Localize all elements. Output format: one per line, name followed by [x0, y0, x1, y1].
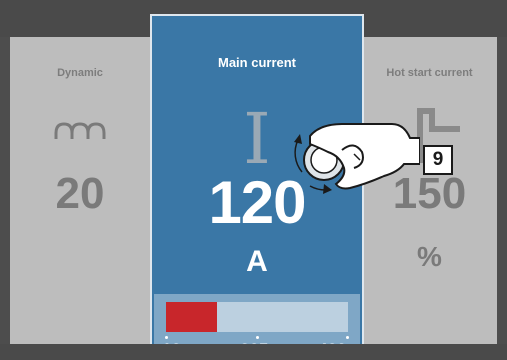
inductance-icon — [54, 122, 106, 139]
scale-tick-mid — [256, 336, 259, 339]
hot-start-unit: % — [417, 241, 442, 272]
scale-tick-min — [165, 336, 168, 339]
callout-number: 9 — [423, 145, 453, 175]
knob-turn-hand-icon — [294, 123, 420, 194]
dynamic-value: 20 — [55, 169, 105, 218]
dynamic-title: Dynamic — [57, 67, 103, 79]
main-current-unit: A — [246, 245, 268, 278]
current-scale-fill — [166, 302, 217, 332]
main-current-title: Main current — [217, 55, 296, 70]
scale-tick-max — [346, 336, 349, 339]
bottom-bar — [0, 344, 507, 360]
dynamic-parameter-panel[interactable]: Dynamic 20 — [10, 37, 150, 344]
hot-start-title: Hot start current — [386, 67, 473, 79]
current-scale-track — [166, 302, 348, 332]
